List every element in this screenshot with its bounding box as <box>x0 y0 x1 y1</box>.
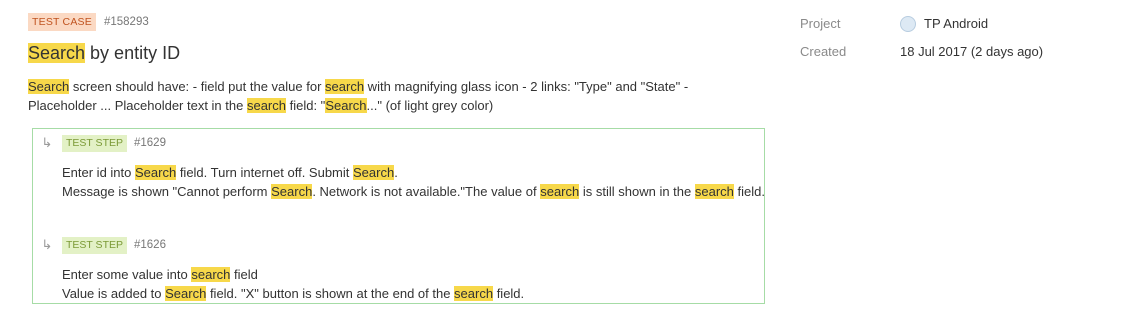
test-step-badge: TEST STEP <box>62 134 127 152</box>
text-segment: is still shown in the <box>579 184 695 199</box>
project-icon <box>900 15 916 32</box>
search-highlight: Search <box>165 286 207 301</box>
test-step-id[interactable]: #1629 <box>134 137 166 149</box>
test-case-badge: TEST CASE <box>28 13 96 31</box>
test-step-id[interactable]: #1626 <box>134 239 166 251</box>
title-highlight: Search <box>28 43 86 63</box>
text-segment: screen should have: - field put the valu… <box>69 79 326 94</box>
text-segment: . <box>394 165 398 180</box>
test-step-badge: TEST STEP <box>62 236 127 254</box>
step-arrow-icon: ↳ <box>41 135 53 150</box>
text-segment: Message is shown "Cannot perform <box>62 184 272 199</box>
text-segment: Value is added to <box>62 286 166 301</box>
entity-title[interactable]: Search by entity ID <box>28 41 773 65</box>
meta-project-label: Project <box>800 16 841 31</box>
step-line: Enter id into Search field. Turn interne… <box>62 163 767 182</box>
test-step: ↳ TEST STEP #1629 Enter id into Search f… <box>33 134 767 201</box>
text-segment: field. <box>493 286 525 301</box>
meta-created-label: Created <box>800 44 847 59</box>
test-step-header: ↳ TEST STEP #1626 <box>33 236 764 254</box>
text-segment: field. "X" button is shown at the end of… <box>206 286 455 301</box>
project-name: TP Android <box>924 16 989 31</box>
text-segment: field <box>230 267 258 282</box>
meta-project-row: Project TP Android <box>800 14 1043 33</box>
search-highlight: search <box>454 286 494 301</box>
title-text: by entity ID <box>85 43 181 63</box>
text-segment: field. Turn internet off. Submit <box>176 165 353 180</box>
search-highlight: Search <box>353 165 395 180</box>
search-highlight: search <box>246 98 286 113</box>
step-line: Message is shown "Cannot perform Search.… <box>62 182 767 201</box>
entity-main: TEST CASE #158293 Search by entity ID Se… <box>28 12 773 115</box>
search-highlight: Search <box>271 184 313 199</box>
search-highlight: search <box>694 184 734 199</box>
text-segment: field: " <box>286 98 326 113</box>
test-step-header: ↳ TEST STEP #1629 <box>33 134 764 152</box>
search-highlight: search <box>540 184 580 199</box>
text-segment: . Network is not available."The value of <box>312 184 541 199</box>
meta-project-value[interactable]: TP Android <box>900 15 989 32</box>
step-line: Value is added to Search field. "X" butt… <box>62 284 767 303</box>
test-steps-panel: ↳ TEST STEP #1629 Enter id into Search f… <box>32 128 765 304</box>
entity-header: TEST CASE #158293 <box>28 12 773 32</box>
entity-id[interactable]: #158293 <box>104 16 149 28</box>
search-highlight: search <box>325 79 365 94</box>
text-segment: field. <box>733 184 765 199</box>
search-highlight: search <box>191 267 231 282</box>
test-step-body: Enter id into Search field. Turn interne… <box>62 163 767 201</box>
text-segment: ..." (of light grey color) <box>366 98 494 113</box>
entity-meta: Project TP Android Created 18 Jul 2017 (… <box>800 14 1043 70</box>
search-highlight: Search <box>325 98 367 113</box>
test-step: ↳ TEST STEP #1626 Enter some value into … <box>33 236 764 303</box>
meta-created-value: 18 Jul 2017 (2 days ago) <box>900 44 1044 59</box>
test-step-body: Enter some value into search field Value … <box>62 265 767 303</box>
text-segment: Enter id into <box>62 165 135 180</box>
search-highlight: Search <box>28 79 70 94</box>
entity-description: Search screen should have: - field put t… <box>28 77 748 115</box>
search-highlight: Search <box>135 165 177 180</box>
meta-created-row: Created 18 Jul 2017 (2 days ago) <box>800 42 1043 61</box>
text-segment: Enter some value into <box>62 267 192 282</box>
step-line: Enter some value into search field <box>62 265 767 284</box>
step-arrow-icon: ↳ <box>41 237 53 252</box>
